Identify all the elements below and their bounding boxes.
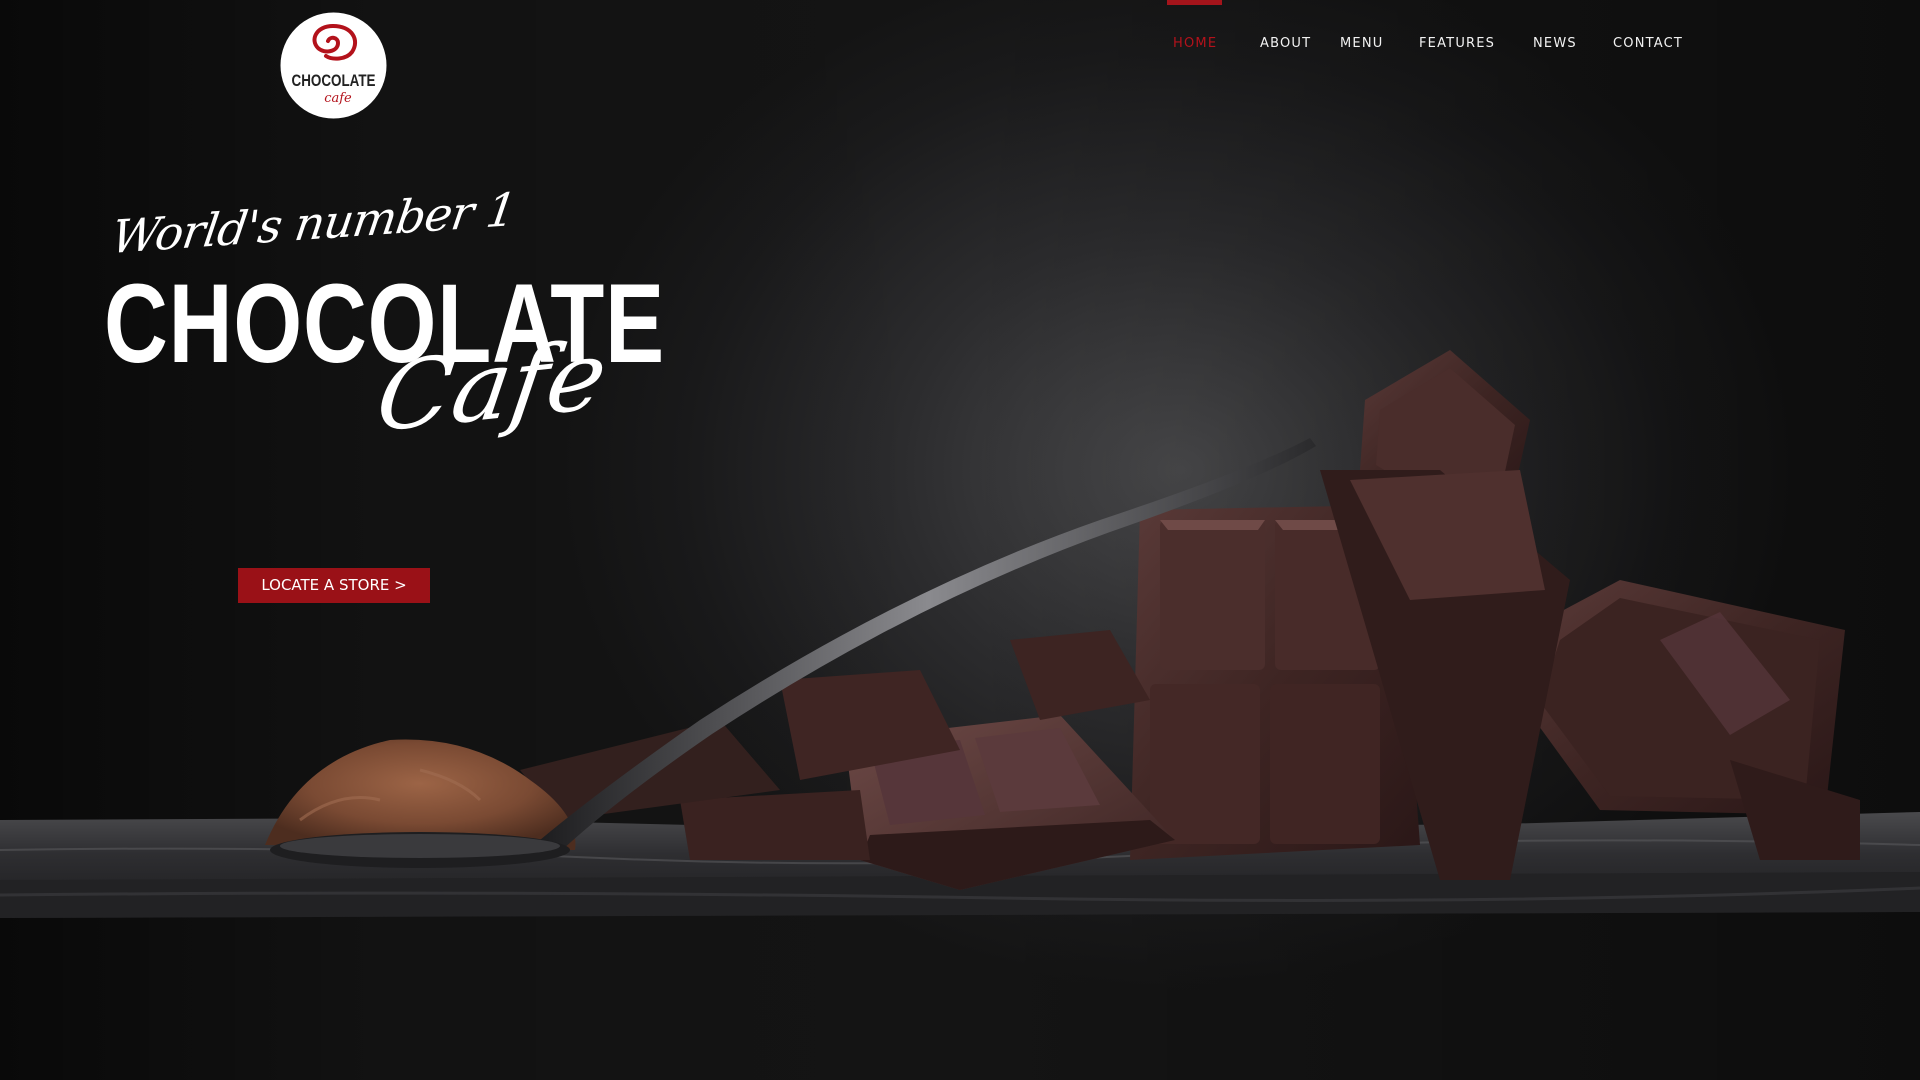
nav-item-menu-label: MENU bbox=[1340, 36, 1384, 51]
nav-active-indicator bbox=[1167, 0, 1222, 5]
hero-subtitle-script: Cafe bbox=[369, 318, 614, 454]
nav-item-contact-label: CONTACT bbox=[1613, 36, 1684, 51]
nav-item-features-label: FEATURES bbox=[1419, 36, 1496, 51]
nav-item-home-label: HOME bbox=[1173, 36, 1218, 51]
logo-text-bottom: cafe bbox=[324, 91, 352, 106]
nav-item-news-label: NEWS bbox=[1533, 36, 1577, 51]
hero-background-image bbox=[0, 350, 1920, 918]
nav-item-about-label: ABOUT bbox=[1260, 36, 1312, 51]
brand-logo[interactable]: CHOCOLATE cafe bbox=[280, 12, 387, 119]
logo-text-top: CHOCOLATE bbox=[292, 71, 376, 90]
page: CHOCOLATE cafe HOME ABOUT MENU FEATURES … bbox=[0, 0, 1920, 1080]
locate-store-button[interactable]: LOCATE A STORE > bbox=[238, 568, 430, 603]
